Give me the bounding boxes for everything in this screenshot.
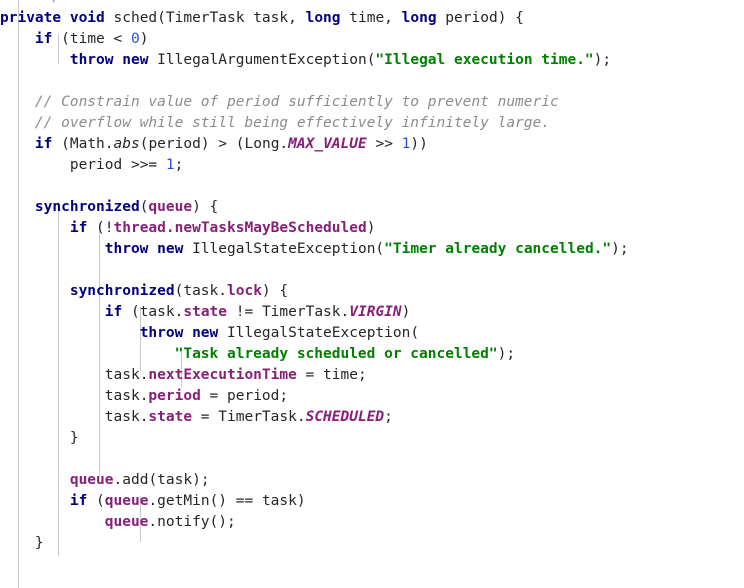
code-token-comment: // Constrain value of period sufficientl… <box>34 94 559 110</box>
code-line: private void sched(TimerTask task, long … <box>0 10 524 26</box>
code-token-keyword: new <box>122 52 149 68</box>
code-line: queue.notify(); <box>104 514 236 530</box>
code-line: synchronized(queue) { <box>34 199 219 215</box>
code-token-number: 1 <box>165 157 175 173</box>
code-token-identifier: task <box>104 409 140 425</box>
code-token-identifier: period <box>69 157 123 173</box>
code-token-keyword: if <box>104 304 123 320</box>
code-token-field: newTasksMayBeScheduled <box>174 220 367 236</box>
code-token-type: IllegalArgumentException <box>157 52 367 68</box>
code-token-method: sched <box>113 10 158 26</box>
code-token-identifier: time <box>69 31 105 47</box>
code-line: if (!thread.newTasksMayBeScheduled) <box>69 220 376 236</box>
code-token-field: state <box>148 409 193 425</box>
code-token-method: add <box>122 472 149 488</box>
code-token-method: getMin <box>157 493 210 509</box>
code-token-comment-end: */ <box>0 0 61 8</box>
code-token-keyword: long <box>401 10 437 26</box>
code-token-type: IllegalStateException <box>192 241 376 257</box>
code-token-keyword: if <box>34 31 53 47</box>
code-line: task.state = TimerTask.SCHEDULED; <box>104 409 393 425</box>
code-token-field: period <box>148 388 201 404</box>
code-token-keyword: private <box>0 10 62 26</box>
code-line: if (queue.getMin() == task) <box>69 493 306 509</box>
code-token-comment: // overflow while still being effectivel… <box>34 115 550 131</box>
code-line: // Constrain value of period sufficientl… <box>0 92 744 113</box>
code-token-constant: MAX_VALUE <box>288 136 367 152</box>
code-editor-surface[interactable]: */ private void sched(TimerTask task, lo… <box>0 0 744 588</box>
code-token-identifier: time <box>349 10 385 26</box>
code-token-identifier: task <box>157 472 193 488</box>
code-line: queue.add(task); <box>69 472 210 488</box>
code-token-identifier: time <box>323 367 358 383</box>
code-token-identifier: period <box>445 10 498 26</box>
code-token-field: queue <box>148 199 193 215</box>
code-token-type: Long <box>244 136 280 152</box>
code-token-keyword: void <box>69 10 105 26</box>
code-token-keyword: throw <box>69 52 114 68</box>
code-token-type: TimerTask <box>261 304 341 320</box>
code-token-constant: SCHEDULED <box>305 409 385 425</box>
code-token-string: "Timer already cancelled." <box>384 241 612 257</box>
code-token-field: nextExecutionTime <box>148 367 297 383</box>
code-token-number: 0 <box>130 31 140 47</box>
code-token-string: "Illegal execution time." <box>375 52 594 68</box>
code-token-identifier: task <box>139 304 175 320</box>
code-token-keyword: long <box>305 10 341 26</box>
code-token-field: thread <box>113 220 166 236</box>
code-line: task.nextExecutionTime = time; <box>104 367 367 383</box>
code-line: if (Math.abs(period) > (Long.MAX_VALUE >… <box>34 136 428 152</box>
code-line: throw new IllegalArgumentException("Ille… <box>69 52 612 68</box>
code-token-identifier: period <box>148 136 201 152</box>
code-token-field: queue <box>69 472 114 488</box>
code-content: */ private void sched(TimerTask task, lo… <box>0 0 744 588</box>
code-token-identifier: task <box>104 367 140 383</box>
code-line: if (task.state != TimerTask.VIRGIN) <box>104 304 411 320</box>
code-line: synchronized(task.lock) { <box>69 283 289 299</box>
code-token-identifier: task <box>253 10 289 26</box>
code-token-identifier: period <box>227 388 280 404</box>
code-token-type: TimerTask <box>165 10 245 26</box>
code-token-keyword: synchronized <box>34 199 140 215</box>
code-token-keyword: throw <box>139 325 184 341</box>
code-line: if (time < 0) <box>34 31 149 47</box>
code-token-keyword: if <box>69 493 88 509</box>
code-token-identifier: task <box>261 493 297 509</box>
code-token-type: Math <box>69 136 105 152</box>
code-line: task.period = period; <box>104 388 289 404</box>
code-token-keyword: synchronized <box>69 283 175 299</box>
code-token-type: TimerTask <box>218 409 297 425</box>
code-line: throw new IllegalStateException("Timer a… <box>104 241 629 257</box>
code-token-field: lock <box>227 283 262 299</box>
code-line: "Task already scheduled or cancelled"); <box>174 346 516 362</box>
code-token-constant: VIRGIN <box>349 304 402 320</box>
code-token-keyword: new <box>157 241 184 257</box>
code-token-type: IllegalStateException <box>227 325 411 341</box>
code-line: } <box>0 430 79 446</box>
code-line: // overflow while still being effectivel… <box>0 113 744 134</box>
code-token-keyword: new <box>192 325 219 341</box>
code-token-string: "Task already scheduled or cancelled" <box>174 346 498 362</box>
code-token-keyword: if <box>34 136 53 152</box>
code-token-keyword: throw <box>104 241 149 257</box>
code-line-clipped: */ <box>0 0 744 8</box>
code-token-identifier: task <box>104 388 140 404</box>
code-line: period >>= 1; <box>69 157 184 173</box>
code-token-method: notify <box>157 514 210 530</box>
code-token-identifier: task <box>183 283 219 299</box>
code-token-field: queue <box>104 514 149 530</box>
code-line: } <box>0 535 44 551</box>
code-token-keyword: if <box>69 220 88 236</box>
code-token-field: state <box>183 304 228 320</box>
code-line: throw new IllegalStateException( <box>139 325 420 341</box>
code-token-field: queue <box>104 493 149 509</box>
code-token-static-method: abs <box>113 136 140 152</box>
